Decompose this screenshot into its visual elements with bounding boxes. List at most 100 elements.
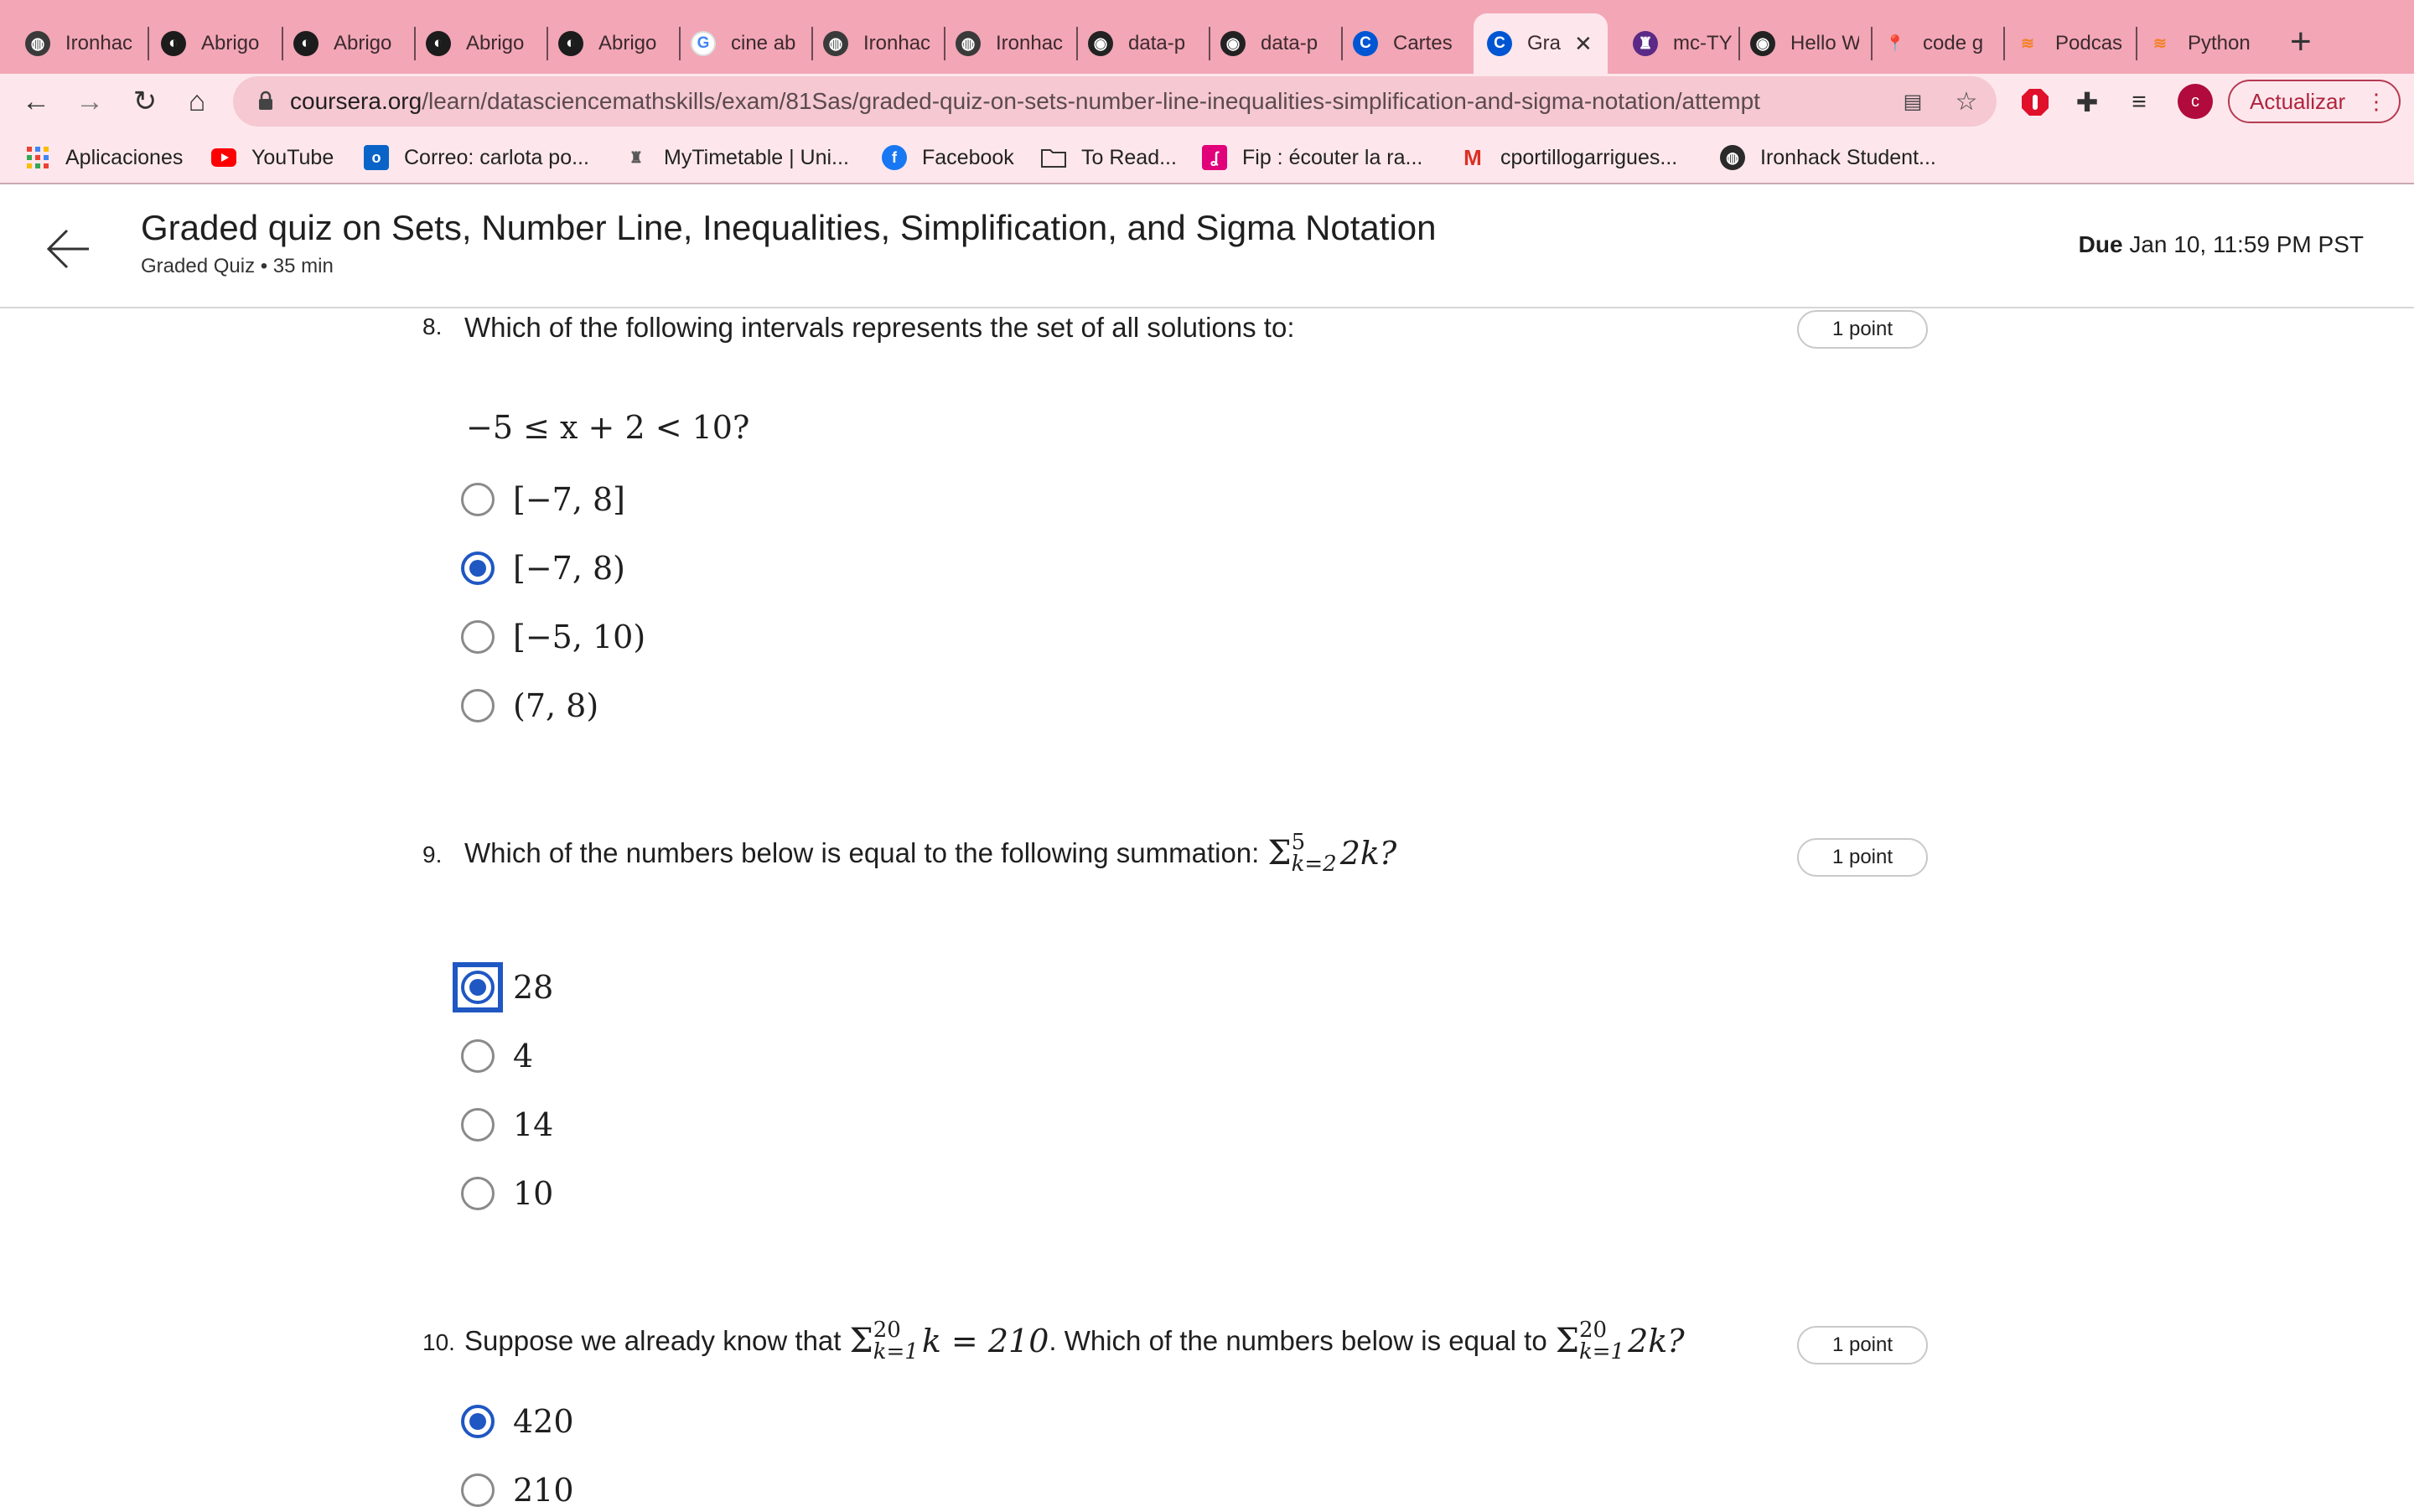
question-9-option-1[interactable]: 28 <box>453 962 553 1012</box>
radio-button[interactable] <box>461 620 495 654</box>
sum-bounds: 20 k=1 <box>1578 1318 1625 1364</box>
adblock-extension-icon[interactable] <box>2018 85 2052 119</box>
tab-ironhack-3[interactable]: ◍ Ironhac <box>930 13 1078 74</box>
tab-ironhack-2[interactable]: ◍ Ironhac <box>798 13 945 74</box>
tab-graded-quiz-active[interactable]: C Gra ✕ <box>1474 13 1608 74</box>
dark-logo-icon: ◐ <box>558 31 583 56</box>
github-icon: ◉ <box>1088 31 1113 56</box>
radio-button[interactable] <box>461 1108 495 1142</box>
question-10-option-1[interactable]: 420 <box>461 1400 574 1443</box>
tab-abrigo-1[interactable]: ◐ Abrigo <box>136 13 283 74</box>
arrow-right-icon: → <box>75 85 104 117</box>
gmail-icon: M <box>1463 144 1482 170</box>
profile-avatar[interactable]: c <box>2178 84 2213 119</box>
coursera-icon: C <box>1353 31 1378 56</box>
folder-icon <box>1041 145 1066 170</box>
forward-button[interactable]: → <box>67 79 112 124</box>
focus-ring <box>453 962 503 1012</box>
url-path: /learn/datasciencemathskills/exam/81Sas/… <box>422 88 1760 114</box>
question-8-points: 1 point <box>1797 310 1928 349</box>
dark-logo-icon: ◐ <box>161 31 186 56</box>
radio-button-selected[interactable] <box>461 971 495 1004</box>
question-9-option-4[interactable]: 10 <box>461 1172 553 1215</box>
question-9-number: 9. <box>422 841 443 867</box>
globe-icon: ◍ <box>956 31 981 56</box>
home-button[interactable]: ⌂ <box>174 79 220 124</box>
question-8-option-2[interactable]: [−7, 8) <box>461 546 625 590</box>
question-9-option-2[interactable]: 4 <box>461 1034 533 1078</box>
tab-hello-w[interactable]: ◉ Hello W <box>1725 13 1873 74</box>
apps-grid-icon <box>25 145 50 170</box>
github-icon: ◉ <box>1750 31 1775 56</box>
sigma-symbol: Σ <box>1555 1322 1579 1360</box>
star-icon[interactable]: ☆ <box>1951 86 1981 117</box>
tab-cartes[interactable]: C Cartes <box>1328 13 1475 74</box>
browser-toolbar: ← → ↻ ⌂ coursera.org/learn/datasciencema… <box>0 74 2414 129</box>
question-8-text: Which of the following intervals represe… <box>464 312 1295 343</box>
bookmark-to-read-folder[interactable]: To Read... <box>1041 142 1177 173</box>
radio-button[interactable] <box>461 1473 495 1507</box>
bookmark-fip[interactable]: ʆ Fip : écouter la ra... <box>1202 142 1422 173</box>
question-9-text: Which of the numbers below is equal to t… <box>464 830 1397 877</box>
crest-icon: ♜ <box>629 148 644 166</box>
question-8-option-4[interactable]: (7, 8) <box>461 684 598 728</box>
question-10-points: 1 point <box>1797 1326 1928 1364</box>
tab-podcast[interactable]: ≋ Podcas <box>1990 13 2137 74</box>
sigma-symbol: Σ <box>849 1322 873 1360</box>
question-9-option-3[interactable]: 14 <box>461 1103 553 1147</box>
bookmark-ironhack[interactable]: ◍ Ironhack Student... <box>1720 142 1936 173</box>
tab-ironhack-1[interactable]: ◍ Ironhac <box>0 13 148 74</box>
back-arrow-icon[interactable] <box>45 226 91 272</box>
radio-button-selected[interactable] <box>461 551 495 585</box>
tab-data-p-2[interactable]: ◉ data-p <box>1195 13 1343 74</box>
fip-icon: ʆ <box>1202 145 1227 170</box>
close-tab-icon[interactable]: ✕ <box>1574 31 1593 57</box>
arrow-left-icon: ← <box>22 85 50 117</box>
tab-abrigo-2[interactable]: ◐ Abrigo <box>268 13 416 74</box>
question-10-option-2[interactable]: 210 <box>461 1468 574 1512</box>
reload-button[interactable]: ↻ <box>122 79 168 124</box>
bookmark-mytimetable[interactable]: ♜ MyTimetable | Uni... <box>624 142 849 173</box>
update-label: Actualizar <box>2250 88 2346 114</box>
globe-icon: ◍ <box>823 31 848 56</box>
bookmark-youtube[interactable]: YouTube <box>211 142 334 173</box>
question-8-option-1[interactable]: [−7, 8] <box>461 478 625 521</box>
more-menu-icon[interactable]: ⋮ <box>2365 89 2387 115</box>
update-button[interactable]: Actualizar ⋮ <box>2228 80 2401 123</box>
quiz-header: Graded quiz on Sets, Number Line, Inequa… <box>0 186 2414 308</box>
tab-python[interactable]: ≋ Python <box>2122 13 2270 74</box>
google-icon: G <box>691 31 716 56</box>
tab-abrigo-3[interactable]: ◐ Abrigo <box>401 13 548 74</box>
tab-cine[interactable]: G cine ab <box>666 13 813 74</box>
radio-button[interactable] <box>461 689 495 722</box>
tab-strip: ◍ Ironhac ◐ Abrigo ◐ Abrigo ◐ Abrigo ◐ A… <box>0 0 2414 74</box>
address-bar[interactable]: coursera.org/learn/datasciencemathskills… <box>233 76 1997 127</box>
back-button[interactable]: ← <box>13 79 59 124</box>
bookmark-apps[interactable]: Aplicaciones <box>25 142 183 173</box>
new-tab-button[interactable]: + <box>2290 18 2312 65</box>
quiz-meta: Graded Quiz • 35 min <box>141 255 334 277</box>
question-10-text: Suppose we already know that Σ 20 k=1 k … <box>464 1318 1685 1364</box>
radio-button-selected[interactable] <box>461 1405 495 1438</box>
radio-button[interactable] <box>461 1177 495 1210</box>
radio-button[interactable] <box>461 1039 495 1073</box>
tab-abrigo-4[interactable]: ◐ Abrigo <box>533 13 681 74</box>
translate-icon[interactable]: ▤ <box>1898 86 1928 117</box>
sigma-symbol: Σ <box>1267 834 1292 873</box>
radio-button[interactable] <box>461 483 495 516</box>
bookmark-outlook[interactable]: o Correo: carlota po... <box>364 142 589 173</box>
bookmark-facebook[interactable]: f Facebook <box>882 142 1014 173</box>
media-queue-icon[interactable]: ≡ <box>2122 85 2156 119</box>
lock-icon <box>259 91 272 110</box>
question-8-option-3[interactable]: [−5, 10) <box>461 615 645 659</box>
url-text[interactable]: coursera.org/learn/datasciencemathskills… <box>290 88 1760 115</box>
question-8-number: 8. <box>422 313 443 339</box>
bookmark-gmail[interactable]: M cportillogarrigues... <box>1460 142 1677 173</box>
extensions-puzzle-icon[interactable]: ✚ <box>2070 85 2104 119</box>
question-10-number: 10. <box>422 1329 455 1355</box>
globe-icon: ◍ <box>1720 145 1745 170</box>
tab-code-g[interactable]: 📍 code g <box>1857 13 2005 74</box>
coursera-icon: C <box>1487 31 1512 56</box>
tab-data-p-1[interactable]: ◉ data-p <box>1063 13 1210 74</box>
home-icon: ⌂ <box>188 85 206 117</box>
